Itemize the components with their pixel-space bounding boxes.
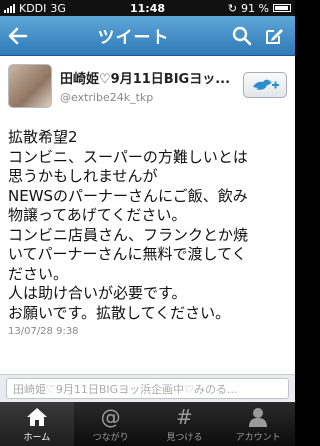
tab-connect[interactable]: @ つながり (74, 402, 148, 446)
tweet-line: 物譲ってあげてください。 (8, 206, 187, 224)
hash-icon: # (175, 405, 193, 429)
tab-label: 見つける (166, 433, 203, 443)
search-icon (232, 26, 252, 45)
signal-icon (4, 3, 15, 13)
back-arrow-icon (8, 27, 28, 44)
reply-bar: 田崎姫♡9月11日BIGヨッ浜企画中♡みのる... (0, 374, 295, 402)
tab-discover[interactable]: # 見つける (148, 402, 222, 446)
tab-label: つながり (92, 433, 129, 443)
compose-icon (266, 28, 283, 44)
tweet-line: 拡散希望2 (8, 128, 78, 146)
tab-home[interactable]: ホーム (0, 402, 74, 446)
page-title: ツイート (97, 28, 170, 48)
display-name: 田崎姫♡9月11日BIGヨッ... (60, 72, 231, 87)
tab-bar: ホーム @ つながり # 見つける アカウント (0, 402, 295, 446)
network-label: 3G (50, 1, 66, 15)
author-row[interactable]: 田崎姫♡9月11日BIGヨッ... @extribe24k_tkp (8, 64, 287, 112)
tab-label: ホーム (23, 433, 51, 443)
tweet-line: 思うかもしれませんが (8, 167, 158, 185)
status-bar: KDDI 3G 11:48 ↻ 91 % (0, 0, 295, 16)
screen-name: @extribe24k_tkp (60, 91, 154, 104)
back-button[interactable] (0, 16, 36, 56)
tweet-timestamp: 13/07/28 9:38 (8, 326, 79, 337)
compose-button[interactable] (263, 25, 285, 47)
nav-bar: ツイート (0, 16, 295, 56)
follow-bird-icon (253, 79, 279, 90)
battery-icon (273, 4, 291, 12)
tweet-line: いてパーナーさんに無料で渡してく (8, 245, 247, 263)
tab-label: アカウント (235, 433, 281, 443)
clock: 11:48 (129, 1, 165, 15)
tweet-line: 人は助け合いが必要です。 (8, 284, 187, 302)
avatar[interactable] (8, 64, 52, 108)
carrier-label: KDDI (19, 1, 47, 15)
tweet-line: コンビニ店員さん、フランクとか焼 (8, 225, 249, 244)
home-icon (25, 405, 49, 429)
battery-percent: 91 % (241, 1, 269, 15)
tweet-line: ださい。 (8, 264, 69, 283)
tweet-line: NEWSのパーナーさんにご飯、飲み (8, 186, 248, 205)
tweet-line: コンビニ、スーパーの方難しいとは (8, 147, 248, 166)
search-button[interactable] (231, 25, 253, 47)
tweet-line: お願いです。拡散してください。 (8, 303, 231, 322)
tweet-text: 拡散希望2 コンビニ、スーパーの方難しいとは 思うかもしれませんが NEWSのパ… (8, 128, 287, 323)
follow-button[interactable] (243, 72, 287, 98)
at-icon: @ (100, 405, 121, 429)
reply-input[interactable]: 田崎姫♡9月11日BIGヨッ浜企画中♡みのる... (6, 378, 289, 399)
rotation-lock-icon: ↻ (227, 1, 238, 15)
person-icon (247, 405, 269, 429)
tweet-detail: 田崎姫♡9月11日BIGヨッ... @extribe24k_tkp 拡散希望2 … (0, 56, 295, 374)
tab-account[interactable]: アカウント (221, 402, 295, 446)
